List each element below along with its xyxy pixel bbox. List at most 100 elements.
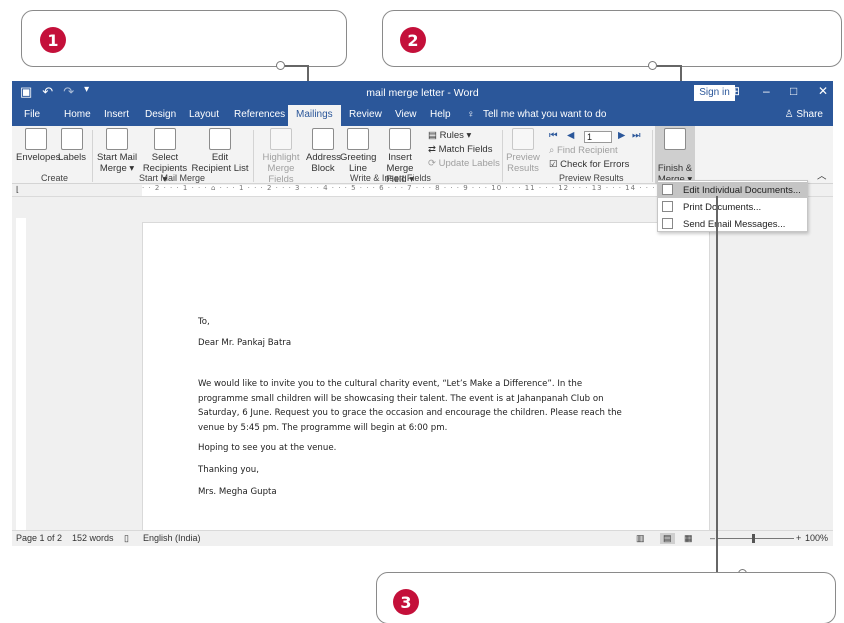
callout-3-leader-v: [716, 196, 718, 575]
previous-record-button[interactable]: ◀: [567, 130, 574, 141]
start-merge-icon: [106, 128, 128, 150]
share-button[interactable]: ♙ Share: [785, 109, 823, 120]
rules-button[interactable]: ▤ Rules ▾: [428, 130, 471, 141]
first-record-button[interactable]: ⏮: [549, 130, 558, 141]
zoom-slider[interactable]: [718, 538, 794, 539]
merge-fields-label: Merge Fields: [267, 163, 295, 185]
letter-thanking: Thanking you,: [198, 465, 259, 475]
group-preview-results: Preview Results: [559, 173, 624, 183]
tab-references[interactable]: References: [234, 109, 285, 120]
tab-review[interactable]: Review: [349, 109, 382, 120]
rules-icon: ▤: [428, 130, 437, 141]
letter-hoping: Hoping to see you at the venue.: [198, 443, 337, 453]
check-errors-label: Check for Errors: [560, 159, 630, 170]
letter-salutation: Dear Mr. Pankaj Batra: [198, 338, 292, 348]
check-errors-button[interactable]: ☑ Check for Errors: [549, 159, 629, 170]
finish-label: Finish &: [657, 163, 693, 174]
labels-button[interactable]: Labels: [57, 128, 87, 163]
finish-merge-icon: [664, 128, 686, 150]
tab-help[interactable]: Help: [430, 109, 451, 120]
email-icon: [662, 218, 673, 229]
menu-item-print-documents[interactable]: Print Documents...: [658, 199, 807, 215]
tab-home[interactable]: Home: [64, 109, 91, 120]
ribbon-display-icon[interactable]: ⊞: [730, 84, 740, 98]
match-fields-button[interactable]: ⇄ Match Fields: [428, 144, 492, 155]
minimize-button[interactable]: –: [763, 84, 770, 98]
group-write-insert: Write & Insert Fields: [350, 173, 431, 183]
ribbon-tabs: File Home Insert Design Layout Reference…: [12, 105, 833, 126]
tab-file[interactable]: File: [24, 109, 40, 120]
zoom-level[interactable]: 100%: [805, 533, 828, 543]
last-record-button[interactable]: ⏭: [632, 130, 641, 141]
start-mail-merge-button[interactable]: Start Mail Merge ▾: [95, 128, 139, 174]
finish-merge-button[interactable]: Finish &Merge ▾: [655, 128, 695, 185]
address-block-icon: [312, 128, 334, 150]
ribbon-mailings: Envelopes Labels Create Start Mail Merge …: [12, 126, 833, 185]
read-mode-icon[interactable]: ▥: [636, 533, 645, 544]
envelopes-label: Envelopes: [16, 152, 61, 163]
find-recipient-label: Find Recipient: [556, 145, 618, 156]
language-status[interactable]: English (India): [143, 533, 201, 543]
maximize-button[interactable]: □: [790, 84, 797, 98]
menu-item-send-email-messages[interactable]: Send Email Messages...: [658, 216, 807, 232]
find-recipient-button[interactable]: ⌕ Find Recipient: [549, 145, 618, 156]
tab-design[interactable]: Design: [145, 109, 176, 120]
zoom-out-button[interactable]: –: [710, 533, 715, 543]
status-bar: Page 1 of 2 152 words ▯ English (India) …: [12, 530, 833, 546]
separator: [253, 130, 254, 182]
insert-merge-label: Insert Merge: [386, 152, 414, 174]
greeting-line-icon: [347, 128, 369, 150]
highlight-icon: [270, 128, 292, 150]
menu-item-edit-individual-documents[interactable]: Edit Individual Documents...: [658, 182, 807, 198]
group-create: Create: [41, 173, 69, 183]
close-button[interactable]: ✕: [818, 84, 828, 98]
address-label: Address: [306, 152, 341, 163]
tab-insert[interactable]: Insert: [104, 109, 129, 120]
print-icon: [662, 201, 673, 212]
tab-mailings[interactable]: Mailings: [288, 105, 341, 126]
lightbulb-icon: ♀: [467, 109, 475, 120]
collapse-ribbon-icon[interactable]: ︿: [817, 168, 827, 182]
select-label: Select: [151, 152, 179, 163]
vertical-ruler: [16, 218, 26, 536]
callout-1: [21, 10, 347, 67]
zoom-thumb[interactable]: [752, 534, 755, 543]
ruler-scale: · · 2 · · · 1 · · · ⌂ · · · 1 · · · 2 · …: [142, 184, 689, 192]
zoom-in-button[interactable]: +: [796, 533, 801, 543]
callout-3: [376, 572, 836, 623]
record-number-input[interactable]: 1: [584, 131, 612, 143]
edit-label: Edit: [211, 152, 229, 163]
callout-2-leader: [657, 65, 682, 67]
separator: [92, 130, 93, 182]
check-errors-icon: ☑: [549, 159, 558, 170]
tab-view[interactable]: View: [395, 109, 417, 120]
greeting-label: Greeting: [340, 152, 377, 163]
tab-selector[interactable]: ⌊: [16, 185, 19, 194]
tab-layout[interactable]: Layout: [189, 109, 219, 120]
share-user-icon: ♙: [784, 109, 794, 120]
callout-badge-1: 1: [40, 27, 66, 53]
print-layout-icon[interactable]: ▤: [660, 533, 675, 544]
separator: [652, 130, 653, 182]
sign-in-button[interactable]: Sign in: [694, 85, 735, 101]
tell-me-box[interactable]: Tell me what you want to do: [483, 109, 606, 120]
callout-1-anchor: [276, 61, 285, 70]
preview-results-button[interactable]: Preview Results: [506, 128, 540, 174]
group-start-mail-merge: Start Mail Merge: [139, 173, 206, 183]
address-block-button[interactable]: Address Block: [306, 128, 341, 174]
highlight-label: Highlight: [262, 152, 300, 163]
greeting-line-button[interactable]: Greeting Line: [340, 128, 376, 174]
menu-label: Edit Individual Documents...: [683, 185, 801, 196]
proofing-icon[interactable]: ▯: [124, 533, 129, 544]
next-record-button[interactable]: ▶: [618, 130, 625, 141]
edit-recipient-list-button[interactable]: Edit Recipient List: [190, 128, 250, 174]
find-recipient-icon: ⌕: [549, 145, 555, 156]
envelopes-button[interactable]: Envelopes: [16, 128, 60, 163]
word-count[interactable]: 152 words: [72, 533, 114, 543]
page-count[interactable]: Page 1 of 2: [16, 533, 62, 543]
highlight-merge-fields-button[interactable]: Highlight Merge Fields: [255, 128, 307, 185]
block-label: Block: [311, 163, 335, 174]
web-layout-icon[interactable]: ▦: [684, 533, 693, 544]
preview-label: Preview: [506, 152, 540, 163]
update-labels-button[interactable]: ⟳ Update Labels: [428, 158, 500, 169]
